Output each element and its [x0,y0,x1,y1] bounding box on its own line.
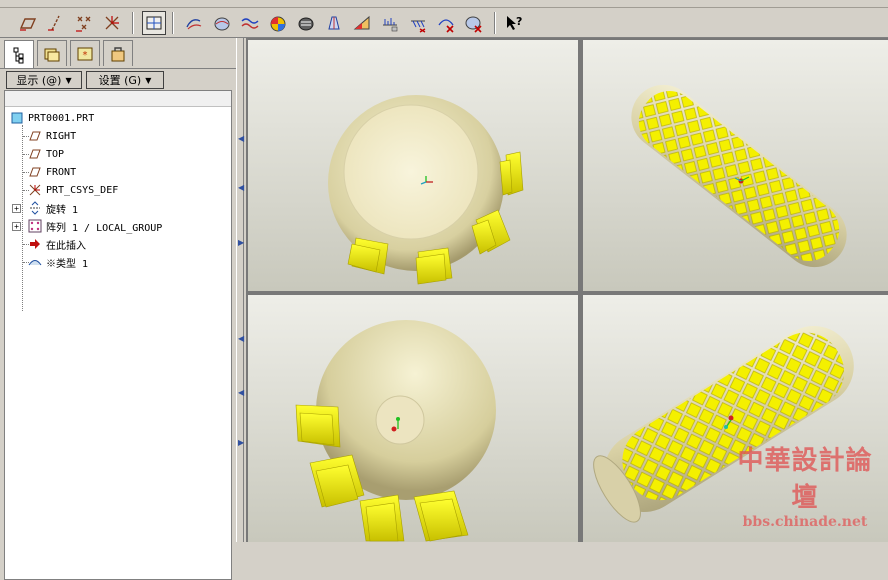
splitter-arrow-icon: ◀ [238,388,245,397]
draft-icon[interactable] [322,11,346,35]
tree-item-csys[interactable]: PRT_CSYS_DEF [27,181,118,199]
tree-root-label: PRT0001.PRT [28,112,95,124]
tab-folder-browser[interactable] [37,40,67,66]
show-menu-label: 显示 (@) [16,74,62,87]
tree-item-right[interactable]: RIGHT [27,127,76,145]
panel-splitter[interactable]: ◀ ◀ ▶ ◀ ◀ ▶ [236,38,244,542]
curvature-icon[interactable] [238,11,262,35]
csys-icon [27,183,43,197]
expand-toggle[interactable]: + [12,204,21,213]
view-top-left[interactable] [248,40,578,291]
svg-text:?: ? [516,15,522,28]
deviation-icon[interactable] [378,11,402,35]
navigator-tabs: * [4,40,136,68]
datum-plane-icon [27,129,43,143]
tree-item-front[interactable]: FRONT [27,163,76,181]
pattern-icon [27,219,43,233]
part-icon [9,111,25,125]
watermark-url: bbs.chinade.net [742,514,868,530]
settings-menu-label: 设置 (G) [98,74,142,87]
toolbar-separator [132,12,134,34]
sketch-tool-icon[interactable] [182,11,206,35]
splitter-arrow-icon: ◀ [238,334,245,343]
clear-analysis-icon[interactable] [462,11,486,35]
tree-root[interactable]: PRT0001.PRT [9,109,94,127]
tab-connections[interactable] [103,40,133,66]
folder-icon [44,48,60,61]
datum-axis-icon[interactable] [44,11,68,35]
part-model-render [328,95,524,285]
reflection-icon[interactable] [294,11,318,35]
whats-this-icon[interactable]: ? [502,11,526,35]
tree-menu-bar: 显示 (@) ▼ 设置 (G) ▼ [0,68,236,90]
view-bottom-left[interactable] [248,295,578,542]
slope-icon[interactable] [350,11,374,35]
surface-icon [27,255,43,269]
delete-analysis-icon[interactable] [434,11,458,35]
tree-item-pattern[interactable]: 阵列 1 / LOCAL_GROUP [27,217,162,235]
top-toolbar-strip [0,0,888,8]
tree-item-insert-here[interactable]: 在此插入 [27,235,86,253]
tree-item-label: 旋转 1 [46,204,79,216]
insert-here-icon [27,237,43,251]
toolbar-separator [494,12,496,34]
model-tree-icon [13,47,24,63]
datum-plane-icon [27,165,43,179]
tree-item-label: 在此插入 [46,240,86,252]
datum-plane-icon[interactable] [16,11,40,35]
tree-item-label: FRONT [46,166,77,178]
splitter-arrow-icon: ◀ [238,134,245,143]
model-tree-panel: * 显示 (@) ▼ 设置 (G) ▼ PRT0001.PRT RIGHT TOP [0,38,236,580]
tree-item-label: PRT_CSYS_DEF [46,184,119,196]
revolve-icon [27,201,43,215]
svg-text:*: * [83,50,88,61]
datum-plane-icon [27,147,43,161]
watermark-title: 中華設計論壇 [737,446,873,513]
model-tree: PRT0001.PRT RIGHT TOP FRONT PRT_CSYS_DEF… [4,90,232,580]
view-toggle-icon[interactable] [142,11,166,35]
splitter-arrow-icon: ◀ [238,183,245,192]
tree-item-label: RIGHT [46,130,77,142]
tree-connector [22,125,23,311]
favorites-icon: * [77,47,93,61]
offset-icon[interactable] [406,11,430,35]
watermark: 中華設計論壇 bbs.chinade.net [730,440,880,530]
surface-analysis-icon[interactable] [210,11,234,35]
tree-item-revolve[interactable]: 旋转 1 [27,199,78,217]
part-model-render [295,320,496,542]
splitter-arrow-icon: ▶ [238,238,245,247]
main-toolbar: ? [0,8,888,38]
tree-item-label: ※类型 1 [46,258,89,270]
tree-item-label: 阵列 1 / LOCAL_GROUP [46,222,163,234]
chevron-down-icon: ▼ [65,75,72,85]
graphics-viewport[interactable]: 中華設計論壇 bbs.chinade.net [246,38,888,542]
tab-model-tree[interactable] [4,40,34,68]
tree-item-label: TOP [46,148,65,160]
view-bottom-right[interactable]: 中華設計論壇 bbs.chinade.net [583,295,888,542]
expand-toggle[interactable]: + [12,222,21,231]
tree-column-header [5,91,231,107]
settings-menu-button[interactable]: 设置 (G) ▼ [86,71,164,89]
tree-item-top[interactable]: TOP [27,145,64,163]
show-menu-button[interactable]: 显示 (@) ▼ [6,71,82,89]
tree-item-surface[interactable]: ※类型 1 [27,253,88,271]
csys-icon[interactable] [100,11,124,35]
splitter-arrow-icon: ▶ [238,438,245,447]
chevron-down-icon: ▼ [145,75,152,85]
view-top-right[interactable] [583,40,888,291]
connections-icon [111,46,125,61]
tab-favorites[interactable]: * [70,40,100,66]
part-model-render [631,84,847,268]
datum-point-icon[interactable] [72,11,96,35]
shade-analysis-icon[interactable] [266,11,290,35]
toolbar-separator [172,12,174,34]
